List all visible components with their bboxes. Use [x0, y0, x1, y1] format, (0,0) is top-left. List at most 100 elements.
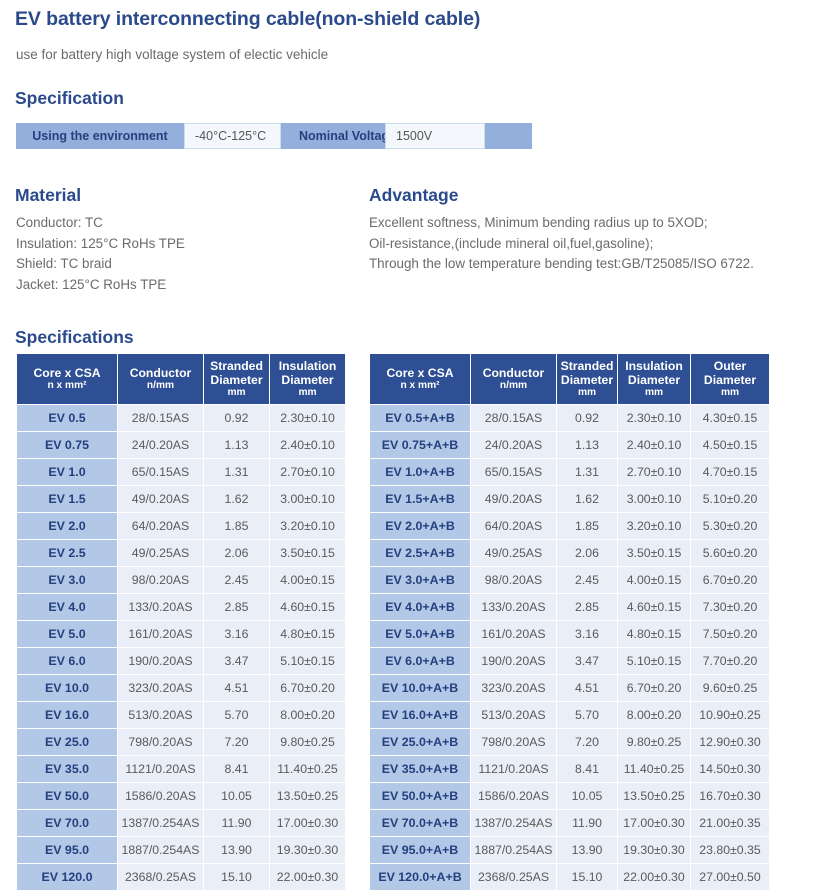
table-row: EV 50.0+A+B 1586/0.20AS 10.05 13.50±0.25 16.… [370, 783, 769, 809]
table-row: EV 6.0+A+B 190/0.20AS 3.47 5.10±0.15 7.70±0.… [370, 648, 769, 674]
section-heading-material: Material [15, 185, 82, 205]
table-cell: 7.20 [557, 729, 617, 755]
table-row: EV 50.0 1586/0.20AS 10.05 13.50±0.25 [17, 783, 345, 809]
table-cell: 2368/0.25AS [471, 864, 556, 890]
table-cell: 5.10±0.20 [691, 486, 769, 512]
table-row: EV 120.0+A+B 2368/0.25AS 15.10 22.00±0.30 27… [370, 864, 769, 890]
table-cell: 5.60±0.20 [691, 540, 769, 566]
table-cell: 2.06 [557, 540, 617, 566]
table-cell: 27.00±0.50 [691, 864, 769, 890]
table-cell: 4.00±0.15 [270, 567, 345, 593]
column-header-title: Stranded Diameter [210, 359, 263, 387]
table-cell: 1586/0.20AS [118, 783, 203, 809]
section-heading-advantage: Advantage [369, 185, 459, 205]
table-row: EV 120.0 2368/0.25AS 15.10 22.00±0.30 [17, 864, 345, 890]
page-subtitle: use for battery high voltage system of e… [16, 47, 329, 62]
table-cell: 1121/0.20AS [471, 756, 556, 782]
table-cell: 4.50±0.15 [691, 432, 769, 458]
table-cell: 24/0.20AS [118, 432, 203, 458]
advantage-list: Excellent softness, Minimum bending radi… [369, 213, 754, 275]
table-row: EV 1.5 49/0.20AS 1.62 3.00±0.10 [17, 486, 345, 512]
table-cell: 190/0.20AS [471, 648, 556, 674]
row-label-cell: EV 120.0+A+B [370, 864, 470, 890]
table-row: EV 1.0 65/0.15AS 1.31 2.70±0.10 [17, 459, 345, 485]
table-row: EV 0.75+A+B 24/0.20AS 1.13 2.40±0.10 4.50±0.… [370, 432, 769, 458]
table-cell: 2.30±0.10 [618, 405, 690, 431]
table-cell: 8.00±0.20 [270, 702, 345, 728]
column-header-title: Stranded Diameter [560, 359, 614, 387]
column-header-unit: mm [577, 387, 597, 398]
table-row: EV 95.0+A+B 1887/0.254AS 13.90 19.30±0.30 23… [370, 837, 769, 863]
table-cell: 2.85 [557, 594, 617, 620]
table-row: EV 16.0+A+B 513/0.20AS 5.70 8.00±0.20 10.90±… [370, 702, 769, 728]
row-label-cell: EV 0.5 [17, 405, 117, 431]
table-cell: 2.06 [204, 540, 269, 566]
row-label-cell: EV 10.0 [17, 675, 117, 701]
column-header-1: Conductor n/mm [471, 354, 556, 404]
table-cell: 28/0.15AS [471, 405, 556, 431]
using-environment-value[interactable]: -40°C-125°C [184, 123, 281, 149]
table-cell: 5.30±0.20 [691, 513, 769, 539]
table-header-row: Core x CSA n x mm² Conductor n/mm Stranded D… [370, 354, 769, 404]
table-cell: 5.70 [557, 702, 617, 728]
specifications-table-left: Core x CSA n x mm² Conductor n/mm Stranded D… [16, 353, 346, 891]
table-header-row: Core x CSA n x mm² Conductor n/mm Stranded D… [17, 354, 345, 404]
table-row: EV 2.5 49/0.25AS 2.06 3.50±0.15 [17, 540, 345, 566]
row-label-cell: EV 35.0+A+B [370, 756, 470, 782]
table-cell: 133/0.20AS [118, 594, 203, 620]
column-header-0: Core x CSA n x mm² [17, 354, 117, 404]
table-cell: 49/0.25AS [471, 540, 556, 566]
row-label-cell: EV 2.5 [17, 540, 117, 566]
column-header-0: Core x CSA n x mm² [370, 354, 470, 404]
table-row: EV 0.5 28/0.15AS 0.92 2.30±0.10 [17, 405, 345, 431]
table-cell: 7.70±0.20 [691, 648, 769, 674]
product-spec-page: EV battery interconnecting cable(non-shi… [0, 0, 819, 893]
table-cell: 23.80±0.35 [691, 837, 769, 863]
table-cell: 3.16 [557, 621, 617, 647]
table-cell: 19.30±0.30 [618, 837, 690, 863]
row-label-cell: EV 4.0+A+B [370, 594, 470, 620]
table-cell: 8.00±0.20 [618, 702, 690, 728]
table-cell: 4.80±0.15 [618, 621, 690, 647]
row-label-cell: EV 95.0+A+B [370, 837, 470, 863]
table-cell: 98/0.20AS [471, 567, 556, 593]
table-row: EV 70.0 1387/0.254AS 11.90 17.00±0.30 [17, 810, 345, 836]
table-cell: 3.50±0.15 [618, 540, 690, 566]
table-cell: 798/0.20AS [118, 729, 203, 755]
table-cell: 1887/0.254AS [118, 837, 203, 863]
column-header-2: Stranded Diameter mm [204, 354, 269, 404]
nominal-voltage-value[interactable]: 1500V [385, 123, 485, 149]
table-cell: 5.10±0.15 [618, 648, 690, 674]
table-cell: 65/0.15AS [118, 459, 203, 485]
table-cell: 12.90±0.30 [691, 729, 769, 755]
table-cell: 2368/0.25AS [118, 864, 203, 890]
table-cell: 13.50±0.25 [618, 783, 690, 809]
table-cell: 2.45 [557, 567, 617, 593]
table-cell: 4.80±0.15 [270, 621, 345, 647]
table-cell: 1387/0.254AS [471, 810, 556, 836]
row-label-cell: EV 3.0 [17, 567, 117, 593]
table-row: EV 6.0 190/0.20AS 3.47 5.10±0.15 [17, 648, 345, 674]
table-cell: 1.85 [557, 513, 617, 539]
row-label-cell: EV 5.0 [17, 621, 117, 647]
material-line: Jacket: 125°C RoHs TPE [16, 276, 167, 292]
table-cell: 11.90 [204, 810, 269, 836]
table-cell: 0.92 [557, 405, 617, 431]
table-cell: 4.60±0.15 [270, 594, 345, 620]
table-body: EV 0.5 28/0.15AS 0.92 2.30±0.10 EV 0.75 24/0.… [17, 405, 345, 890]
table-cell: 1.13 [557, 432, 617, 458]
column-header-title: Core x CSA [386, 365, 454, 380]
table-cell: 1.31 [204, 459, 269, 485]
table-cell: 13.90 [204, 837, 269, 863]
column-header-unit: mm [644, 387, 664, 398]
row-label-cell: EV 0.75 [17, 432, 117, 458]
table-cell: 2.70±0.10 [270, 459, 345, 485]
specifications-table-right: Core x CSA n x mm² Conductor n/mm Stranded D… [369, 353, 770, 891]
table-cell: 3.50±0.15 [270, 540, 345, 566]
row-label-cell: EV 2.5+A+B [370, 540, 470, 566]
table-cell: 1.13 [204, 432, 269, 458]
table-cell: 11.40±0.25 [618, 756, 690, 782]
advantage-line: Through the low temperature bending test… [369, 256, 754, 271]
table-cell: 798/0.20AS [471, 729, 556, 755]
table-row: EV 1.0+A+B 65/0.15AS 1.31 2.70±0.10 4.70±0.1… [370, 459, 769, 485]
